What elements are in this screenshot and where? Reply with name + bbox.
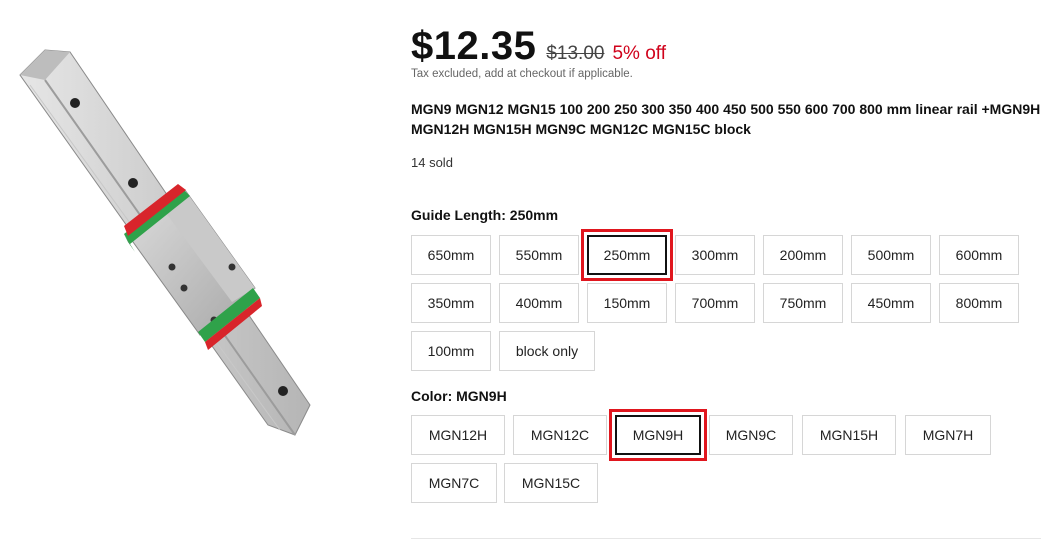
divider [411,538,1041,539]
color-option-mgn9h[interactable]: MGN9H [615,415,701,455]
color-option-mgn12h[interactable]: MGN12H [411,415,505,455]
color-option-mgn7c[interactable]: MGN7C [411,463,497,503]
color-name: Color [411,388,448,404]
guide-length-option-650mm[interactable]: 650mm [411,235,491,275]
guide-length-separator: : [501,207,510,223]
color-selected: MGN9H [456,388,507,404]
guide-length-option-200mm[interactable]: 200mm [763,235,843,275]
color-option-mgn15h[interactable]: MGN15H [802,415,896,455]
price-row: $12.35 $13.00 5% off [411,24,666,69]
tax-note: Tax excluded, add at checkout if applica… [411,68,633,80]
guide-length-option-400mm[interactable]: 400mm [499,283,579,323]
product-title: MGN9 MGN12 MGN15 100 200 250 300 350 400… [411,101,1041,137]
guide-length-option-350mm[interactable]: 350mm [411,283,491,323]
product-image [0,0,395,550]
color-option-mgn9c[interactable]: MGN9C [709,415,793,455]
guide-length-option-100mm[interactable]: 100mm [411,331,491,371]
color-option-mgn15c[interactable]: MGN15C [504,463,598,503]
original-price: $13.00 [546,43,605,64]
color-option-mgn7h[interactable]: MGN7H [905,415,991,455]
sold-count: 14 sold [411,155,453,170]
guide-length-name: Guide Length [411,207,502,223]
guide-length-option-750mm[interactable]: 750mm [763,283,843,323]
guide-length-option-500mm[interactable]: 500mm [851,235,931,275]
guide-length-option-250mm[interactable]: 250mm [587,235,667,275]
guide-length-option-150mm[interactable]: 150mm [587,283,667,323]
linear-rail-image [19,49,311,436]
guide-length-label: Guide Length: 250mm [411,207,558,223]
guide-length-option-600mm[interactable]: 600mm [939,235,1019,275]
guide-length-option-block-only[interactable]: block only [499,331,595,371]
discount-badge: 5% off [612,43,666,64]
guide-length-option-700mm[interactable]: 700mm [675,283,755,323]
guide-length-option-800mm[interactable]: 800mm [939,283,1019,323]
color-option-mgn12c[interactable]: MGN12C [513,415,607,455]
guide-length-option-450mm[interactable]: 450mm [851,283,931,323]
guide-length-option-550mm[interactable]: 550mm [499,235,579,275]
current-price: $12.35 [411,24,537,68]
guide-length-selected: 250mm [509,207,559,223]
guide-length-option-300mm[interactable]: 300mm [675,235,755,275]
color-label: Color: MGN9H [411,388,507,404]
color-separator: : [447,388,457,404]
